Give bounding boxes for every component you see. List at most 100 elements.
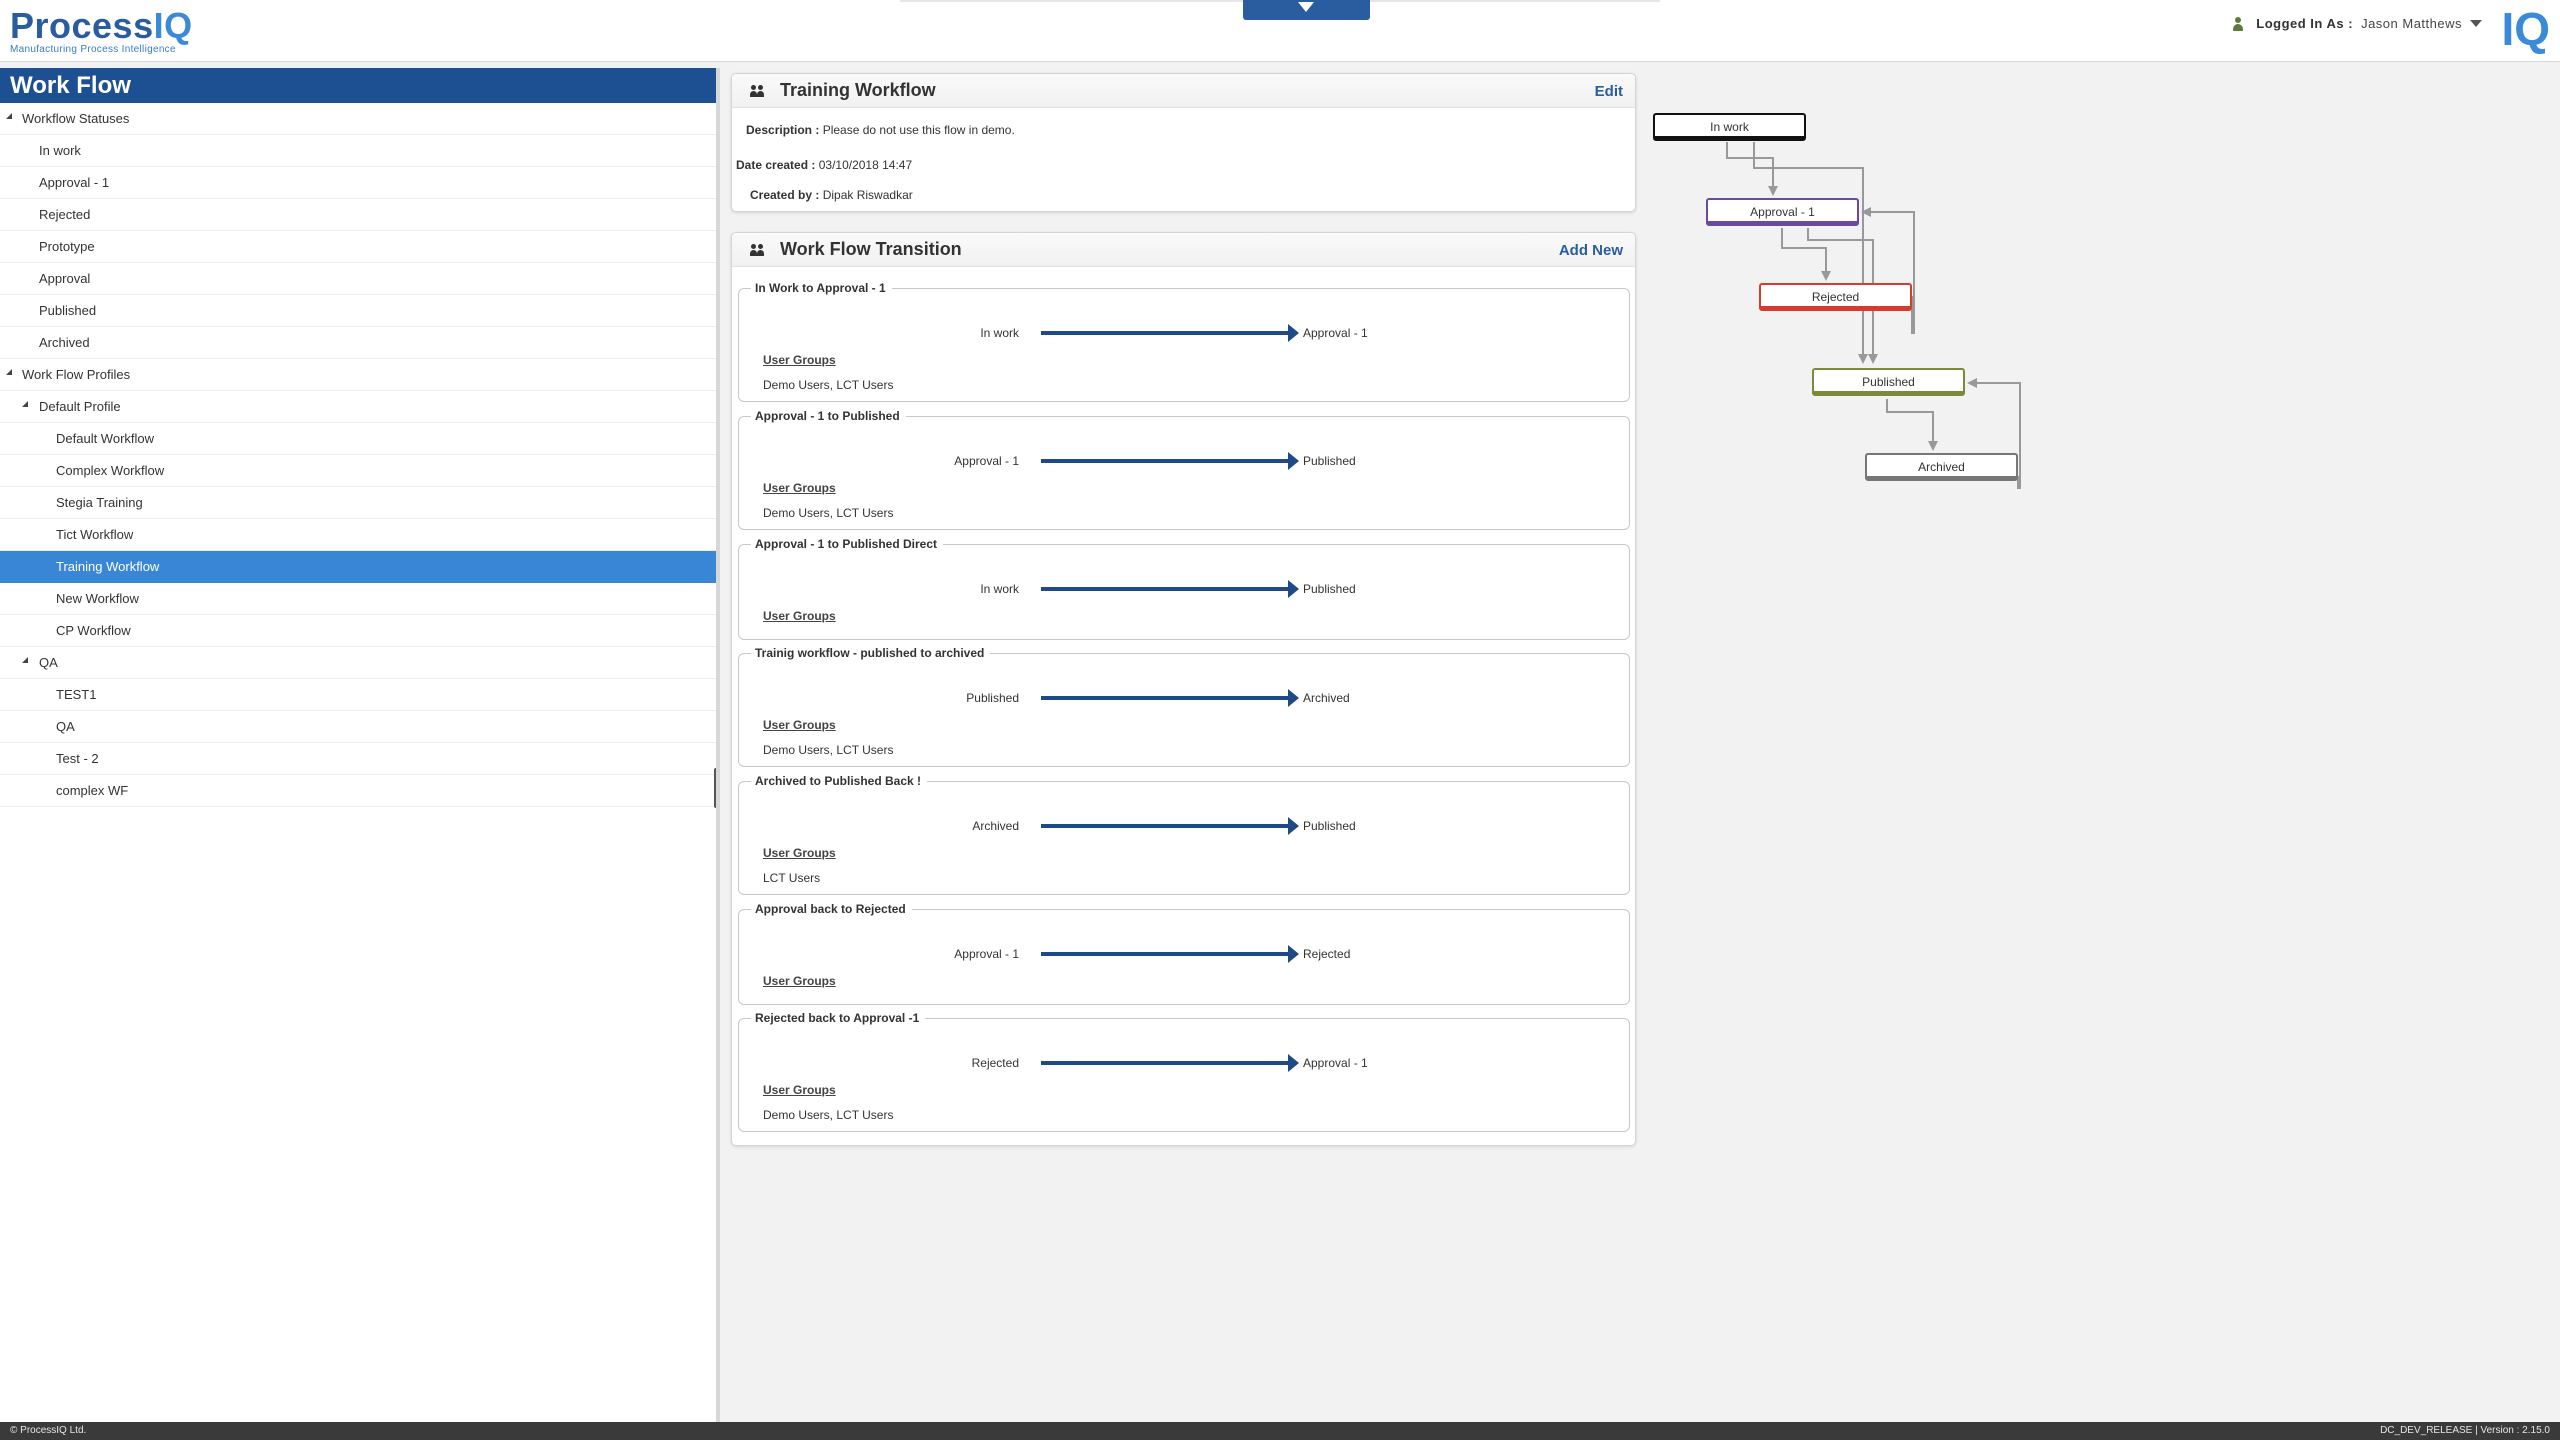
expand-toggle-icon[interactable] bbox=[6, 113, 12, 119]
app-footer: © ProcessIQ Ltd. DC_DEV_RELEASE | Versio… bbox=[0, 1422, 2560, 1440]
tree-item-label: Complex Workflow bbox=[56, 463, 165, 478]
user-name: Jason Matthews bbox=[2361, 16, 2462, 31]
expand-toggle-icon[interactable] bbox=[22, 401, 28, 407]
user-menu[interactable]: Logged In As : Jason Matthews bbox=[2232, 16, 2482, 31]
tree-item-label: CP Workflow bbox=[56, 623, 131, 638]
user-groups-link[interactable]: User Groups bbox=[763, 846, 836, 860]
transition-card[interactable]: Approval - 1 to Published Approval - 1 Pub… bbox=[738, 409, 1630, 530]
tree-item-qa[interactable]: QA bbox=[0, 711, 716, 743]
user-groups-list: Demo Users, LCT Users bbox=[763, 506, 894, 520]
tree-item-label: Test - 2 bbox=[56, 751, 99, 766]
transition-to-status: Approval - 1 bbox=[1303, 1056, 1368, 1070]
tree-item-rejected[interactable]: Rejected bbox=[0, 199, 716, 231]
transition-card[interactable]: Trainig workflow - published to archived… bbox=[738, 646, 1630, 767]
transition-card[interactable]: In Work to Approval - 1 In work Approval -… bbox=[738, 281, 1630, 402]
user-groups-link[interactable]: User Groups bbox=[763, 609, 836, 623]
tree-item-work-flow-profiles[interactable]: Work Flow Profiles bbox=[0, 359, 716, 391]
transition-to-status: Archived bbox=[1303, 691, 1350, 705]
processiq-logo[interactable]: ProcessIQ Manufacturing Process Intellig… bbox=[10, 5, 193, 56]
tree-item-complex-workflow[interactable]: Complex Workflow bbox=[0, 455, 716, 487]
tree-item-prototype[interactable]: Prototype bbox=[0, 231, 716, 263]
group-icon bbox=[750, 84, 766, 97]
tree-item-default-workflow[interactable]: Default Workflow bbox=[0, 423, 716, 455]
logo-text-iq: IQ bbox=[153, 5, 193, 46]
transition-from-status: Approval - 1 bbox=[954, 947, 1019, 961]
diagram-node-in-work[interactable]: In work bbox=[1653, 113, 1806, 141]
add-new-button[interactable]: Add New bbox=[1559, 242, 1623, 259]
user-groups-link[interactable]: User Groups bbox=[763, 481, 836, 495]
tree-item-approval[interactable]: Approval bbox=[0, 263, 716, 295]
user-groups-link[interactable]: User Groups bbox=[763, 353, 836, 367]
tree-item-label: Approval bbox=[39, 271, 91, 286]
tree-item-stegia-training[interactable]: Stegia Training bbox=[0, 487, 716, 519]
iq-brand-logo: IQ bbox=[2501, 3, 2550, 55]
transition-card[interactable]: Approval - 1 to Published Direct In work P… bbox=[738, 537, 1630, 640]
transitions-header: Work Flow Transition Add New bbox=[732, 233, 1635, 267]
user-groups-link[interactable]: User Groups bbox=[763, 1083, 836, 1097]
user-icon bbox=[2232, 16, 2244, 31]
tree-item-test-2[interactable]: Test - 2 bbox=[0, 743, 716, 775]
tree-item-label: Workflow Statuses bbox=[22, 111, 130, 126]
logo-text-process: Process bbox=[10, 5, 154, 46]
transition-arrow-icon bbox=[1041, 1054, 1299, 1072]
tree-item-tict-workflow[interactable]: Tict Workflow bbox=[0, 519, 716, 551]
transition-to-status: Approval - 1 bbox=[1303, 326, 1368, 340]
user-groups-link[interactable]: User Groups bbox=[763, 974, 836, 988]
diagram-node-archived[interactable]: Archived bbox=[1865, 453, 2018, 481]
transition-arrow-icon bbox=[1041, 324, 1299, 342]
menu-dropdown-tab[interactable] bbox=[1243, 0, 1370, 20]
copyright: © ProcessIQ Ltd. bbox=[10, 1425, 87, 1436]
workflow-sidebar: Work Flow Workflow Statuses In work Approv… bbox=[0, 68, 720, 1422]
tree-item-default-profile[interactable]: Default Profile bbox=[0, 391, 716, 423]
logged-in-label: Logged In As : bbox=[2256, 16, 2354, 31]
expand-toggle-icon[interactable] bbox=[6, 369, 12, 375]
date-created-value: 03/10/2018 14:47 bbox=[818, 158, 913, 172]
created-by-label: Created by : bbox=[750, 188, 820, 202]
transition-card[interactable]: Archived to Published Back ! Archived Publ… bbox=[738, 774, 1630, 895]
created-by-row: Created by : Dipak Riswadkar bbox=[750, 188, 913, 202]
tree-item-label: Rejected bbox=[39, 207, 91, 222]
tree-item-label: Published bbox=[39, 303, 97, 318]
connector-approval-rejected bbox=[1781, 228, 1831, 281]
transition-from-status: Approval - 1 bbox=[954, 454, 1019, 468]
app-header: ProcessIQ Manufacturing Process Intellig… bbox=[0, 0, 2560, 62]
tree-item-new-workflow[interactable]: New Workflow bbox=[0, 583, 716, 615]
tree-item-label: TEST1 bbox=[56, 687, 97, 702]
tree-item-qa[interactable]: QA bbox=[0, 647, 716, 679]
user-groups-list: Demo Users, LCT Users bbox=[763, 743, 894, 757]
tree-item-workflow-statuses[interactable]: Workflow Statuses bbox=[0, 103, 716, 135]
transition-card[interactable]: Approval back to Rejected Approval - 1 Rej… bbox=[738, 902, 1630, 1005]
tree-item-label: Work Flow Profiles bbox=[22, 367, 131, 382]
details-header: Training Workflow Edit bbox=[732, 74, 1635, 108]
chevron-down-icon bbox=[2470, 20, 2482, 27]
tree-item-published[interactable]: Published bbox=[0, 295, 716, 327]
tree-item-in-work[interactable]: In work bbox=[0, 135, 716, 167]
created-by-value: Dipak Riswadkar bbox=[822, 188, 913, 202]
transition-name: Approval - 1 to Published Direct bbox=[751, 537, 944, 551]
diagram-node-published[interactable]: Published bbox=[1812, 368, 1965, 396]
transition-from-status: Archived bbox=[972, 819, 1019, 833]
transition-name: Archived to Published Back ! bbox=[751, 774, 928, 788]
tree-item-test1[interactable]: TEST1 bbox=[0, 679, 716, 711]
transition-name: Rejected back to Approval -1 bbox=[751, 1011, 926, 1025]
tree-item-label: Archived bbox=[39, 335, 90, 350]
transitions-title: Work Flow Transition bbox=[780, 239, 962, 259]
sidebar-divider[interactable] bbox=[716, 68, 720, 1422]
workflow-title: Training Workflow bbox=[780, 80, 936, 100]
transition-card[interactable]: Rejected back to Approval -1 Rejected Appr… bbox=[738, 1011, 1630, 1132]
transition-name: In Work to Approval - 1 bbox=[751, 281, 892, 295]
diagram-node-approval-1[interactable]: Approval - 1 bbox=[1706, 198, 1859, 226]
tree-item-label: New Workflow bbox=[56, 591, 139, 606]
tree-item-cp-workflow[interactable]: CP Workflow bbox=[0, 615, 716, 647]
user-groups-link[interactable]: User Groups bbox=[763, 718, 836, 732]
transition-name: Approval - 1 to Published bbox=[751, 409, 906, 423]
tree-item-complex-wf[interactable]: complex WF bbox=[0, 775, 716, 807]
tree-item-training-workflow[interactable]: Training Workflow bbox=[0, 551, 716, 583]
diagram-node-rejected[interactable]: Rejected bbox=[1759, 283, 1912, 311]
tree-item-archived[interactable]: Archived bbox=[0, 327, 716, 359]
tree-item-approval-1[interactable]: Approval - 1 bbox=[0, 167, 716, 199]
edit-button[interactable]: Edit bbox=[1595, 83, 1623, 100]
tree-item-label: QA bbox=[39, 655, 58, 670]
expand-toggle-icon[interactable] bbox=[22, 657, 28, 663]
description-row: Description : Please do not use this flo… bbox=[746, 123, 1015, 137]
